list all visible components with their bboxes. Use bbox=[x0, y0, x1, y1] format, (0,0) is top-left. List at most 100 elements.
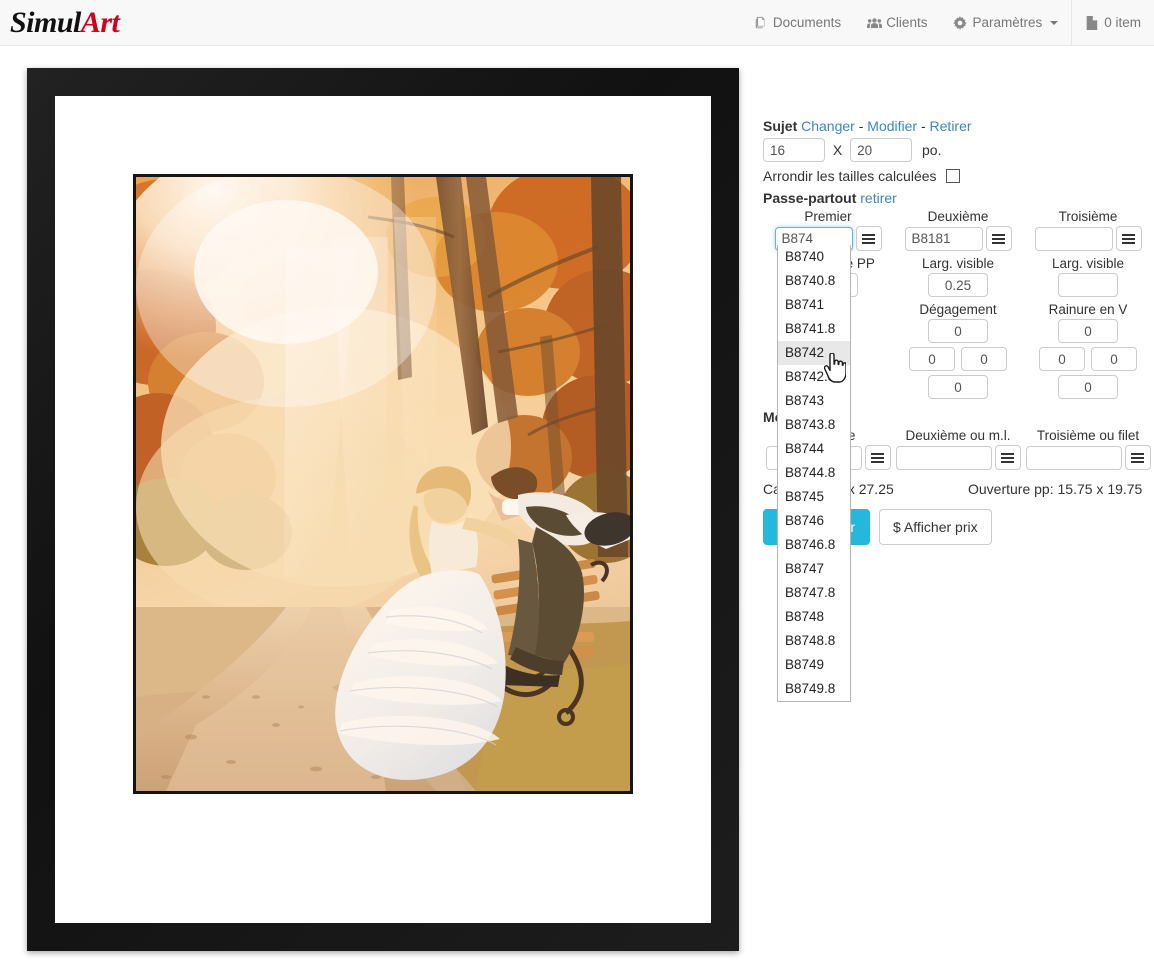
dropdown-option[interactable]: B8742 bbox=[778, 341, 850, 365]
mat-third-vgroove-top-input[interactable] bbox=[1058, 319, 1118, 343]
mat-board bbox=[55, 96, 711, 923]
subject-sep-2: - bbox=[920, 118, 926, 134]
dropdown-option[interactable]: B8748.8 bbox=[778, 629, 850, 653]
subject-label: Sujet bbox=[763, 118, 798, 134]
dropdown-option[interactable]: B8747 bbox=[778, 557, 850, 581]
subject-sep-1: - bbox=[858, 118, 864, 134]
mat-third-vgroove-sides-row bbox=[1023, 347, 1153, 371]
nav-item-parametres-label: Paramètres bbox=[972, 15, 1043, 30]
nav-item-clients[interactable]: Clients bbox=[854, 0, 940, 46]
subject-modify-link[interactable]: Modifier bbox=[867, 118, 917, 134]
mat-third-vgroove-top-row bbox=[1023, 319, 1153, 343]
top-navbar: SimulArt Documents Clients Paramètres 0 … bbox=[0, 0, 1154, 46]
mat-second-offset-right-input[interactable] bbox=[961, 347, 1007, 371]
brand-logo[interactable]: SimulArt bbox=[0, 7, 120, 38]
nav-item-clients-label: Clients bbox=[886, 15, 928, 30]
mat-third-visible-width-row bbox=[1023, 273, 1153, 297]
dropdown-option[interactable]: B8745 bbox=[778, 485, 850, 509]
subject-row: Sujet Changer - Modifier - Retirer bbox=[763, 118, 1154, 134]
mat-third-browse-button[interactable] bbox=[1115, 226, 1142, 251]
dropdown-option[interactable]: B8743 bbox=[778, 389, 850, 413]
clients-icon bbox=[867, 16, 883, 30]
mat-third-vgroove-bottom-input[interactable] bbox=[1058, 375, 1118, 399]
photo-canvas bbox=[136, 177, 630, 791]
round-sizes-row: Arrondir les tailles calculées bbox=[763, 168, 1154, 184]
document-icon bbox=[1085, 15, 1099, 30]
dropdown-option[interactable]: B8740 bbox=[778, 245, 850, 269]
mat-first-browse-button[interactable] bbox=[855, 226, 882, 251]
nav-item-documents-label: Documents bbox=[772, 15, 842, 30]
moulding-third-select-row bbox=[1023, 445, 1153, 470]
width-input[interactable] bbox=[763, 138, 825, 162]
mat-third-input[interactable] bbox=[1034, 226, 1113, 251]
height-input[interactable] bbox=[850, 138, 913, 162]
moulding-first-browse-button[interactable] bbox=[864, 445, 891, 470]
mat-column-second-header: Deuxième bbox=[927, 209, 989, 224]
dropdown-option[interactable]: B8743.8 bbox=[778, 413, 850, 437]
nav-item-parametres[interactable]: Paramètres bbox=[940, 0, 1071, 46]
dropdown-option[interactable]: B8748 bbox=[778, 605, 850, 629]
unit-label: po. bbox=[922, 141, 942, 158]
mat-third-visible-width-label: Larg. visible bbox=[1051, 256, 1125, 271]
mat-second-offset-bottom-row bbox=[893, 375, 1023, 399]
mat-third-vgroove-right-input[interactable] bbox=[1091, 347, 1137, 371]
mat-second-offset-left-input[interactable] bbox=[909, 347, 955, 371]
mat-row: Passe-partout retirer bbox=[763, 190, 1154, 206]
moulding-column-third: Troisième ou filet bbox=[1023, 428, 1153, 470]
opening-size-group: Ouverture pp: 15.75 x 19.75 bbox=[968, 481, 1142, 497]
subject-remove-link[interactable]: Retirer bbox=[930, 118, 972, 134]
mat-second-visible-width-input[interactable] bbox=[928, 273, 988, 297]
dropdown-option[interactable]: B8744.8 bbox=[778, 461, 850, 485]
mat-first-autocomplete-dropdown[interactable]: B8740 B8740.8 B8741 B8741.8 B8742 B8742.8 B874… bbox=[777, 245, 851, 702]
mat-third-vgroove-bottom-row bbox=[1023, 375, 1153, 399]
subject-change-link[interactable]: Changer bbox=[801, 118, 855, 134]
dimension-separator: X bbox=[832, 141, 843, 158]
dropdown-option[interactable]: B8746.8 bbox=[778, 533, 850, 557]
mat-column-third-header: Troisième bbox=[1058, 209, 1118, 224]
mat-second-offset-sides-row bbox=[893, 347, 1023, 371]
nav-item-cart-label: 0 item bbox=[1104, 15, 1141, 30]
dropdown-option[interactable]: B8741.8 bbox=[778, 317, 850, 341]
mat-second-visible-width-row bbox=[893, 273, 1023, 297]
mat-second-visible-width-label: Larg. visible bbox=[921, 256, 995, 271]
dropdown-option[interactable]: B8742.8 bbox=[778, 365, 850, 389]
dropdown-option[interactable]: B8741 bbox=[778, 293, 850, 317]
mat-remove-link[interactable]: retirer bbox=[860, 190, 897, 206]
opening-size-value: 15.75 x 19.75 bbox=[1057, 481, 1143, 497]
moulding-third-browse-button[interactable] bbox=[1124, 445, 1151, 470]
dropdown-option[interactable]: B8746 bbox=[778, 509, 850, 533]
mat-second-input[interactable] bbox=[904, 226, 983, 251]
moulding-second-browse-button[interactable] bbox=[994, 445, 1021, 470]
mat-third-visible-width-input[interactable] bbox=[1058, 273, 1118, 297]
nav-item-documents[interactable]: Documents bbox=[741, 0, 854, 46]
mat-second-select-row bbox=[893, 226, 1023, 251]
dropdown-option[interactable]: B8747.8 bbox=[778, 581, 850, 605]
dropdown-option[interactable]: B8744 bbox=[778, 437, 850, 461]
documents-icon bbox=[754, 16, 768, 30]
moulding-third-input[interactable] bbox=[1025, 445, 1122, 470]
nav-item-cart[interactable]: 0 item bbox=[1071, 0, 1154, 46]
mat-third-select-row bbox=[1023, 226, 1153, 251]
moulding-column-second: Deuxième ou m.l. bbox=[893, 428, 1023, 470]
mat-second-offset-label: Dégagement bbox=[919, 302, 997, 317]
opening-size-label: Ouverture pp: bbox=[968, 481, 1054, 497]
dropdown-option[interactable]: B8749.8 bbox=[778, 677, 850, 701]
frame-moulding bbox=[27, 68, 739, 951]
round-sizes-label: Arrondir les tailles calculées bbox=[763, 168, 937, 184]
moulding-second-input[interactable] bbox=[895, 445, 992, 470]
navbar-links: Documents Clients Paramètres 0 item bbox=[741, 0, 1154, 46]
mat-third-vgroove-left-input[interactable] bbox=[1039, 347, 1085, 371]
chevron-down-icon bbox=[1050, 20, 1059, 25]
dropdown-option[interactable]: B8749 bbox=[778, 653, 850, 677]
mat-second-browse-button[interactable] bbox=[985, 226, 1012, 251]
mat-second-offset-top-input[interactable] bbox=[928, 319, 988, 343]
round-sizes-checkbox[interactable] bbox=[946, 169, 961, 183]
wedding-photo-illustration bbox=[136, 177, 630, 791]
show-price-button[interactable]: $ Afficher prix bbox=[879, 509, 992, 545]
mat-column-second: Deuxième Larg. visible Dégagement bbox=[893, 209, 1023, 399]
artwork-photo bbox=[133, 174, 633, 794]
dimensions-row: X po. bbox=[763, 138, 1154, 162]
mat-third-vgroove-label: Rainure en V bbox=[1048, 302, 1128, 317]
mat-second-offset-bottom-input[interactable] bbox=[928, 375, 988, 399]
dropdown-option[interactable]: B8740.8 bbox=[778, 269, 850, 293]
